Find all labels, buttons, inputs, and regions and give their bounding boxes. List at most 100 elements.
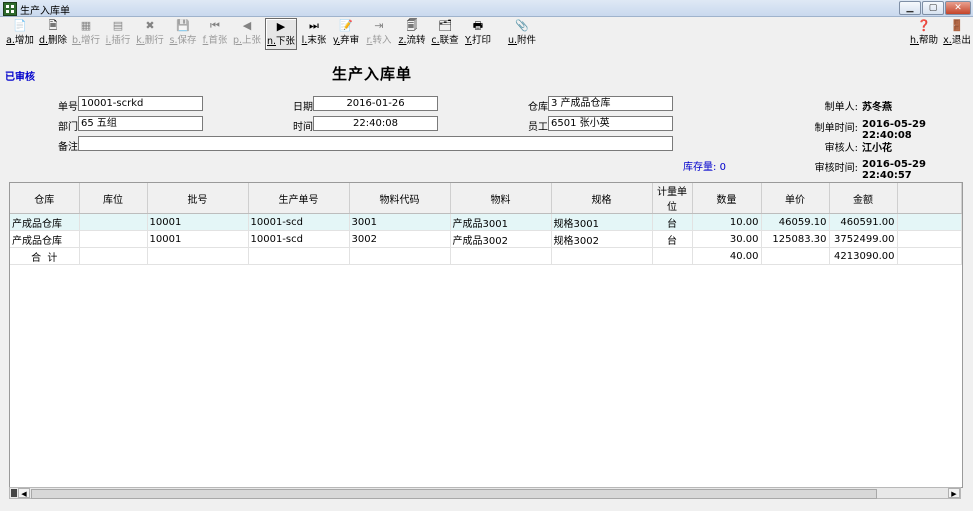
table-cell <box>349 247 451 265</box>
unaudit-icon: 📝 <box>339 19 353 32</box>
column-header[interactable]: 批号 <box>147 183 249 214</box>
table-row[interactable]: 产成品仓库 10001 10001-scd 3002 产成品3002 规格300… <box>10 230 962 248</box>
table-cell[interactable]: 3752499.00 <box>829 230 898 248</box>
transfer-in-button[interactable]: ⇥ r.转入 <box>364 18 394 49</box>
table-cell-filler <box>897 247 962 265</box>
column-header-filler <box>897 183 962 214</box>
attachment-icon: 📎 <box>515 19 529 32</box>
scroll-thumb[interactable] <box>31 489 877 499</box>
attach-button[interactable]: 📎 u.附件 <box>506 18 538 49</box>
table-cell-filler <box>897 213 962 231</box>
table-cell[interactable]: 台 <box>652 213 693 231</box>
audit-time-label: 审核时间: <box>814 163 858 174</box>
table-cell[interactable]: 产成品仓库 <box>10 230 80 248</box>
remark-field[interactable] <box>78 136 673 151</box>
table-cell[interactable]: 产成品3001 <box>450 213 552 231</box>
date-field[interactable]: 2016-01-26 <box>313 96 438 111</box>
audit-status: 已审核 <box>5 72 35 83</box>
link-query-button[interactable]: 🗂 c.联查 <box>430 18 460 49</box>
insert-row-button[interactable]: ▤ i.插行 <box>103 18 133 49</box>
close-button[interactable]: ✕ <box>945 1 971 15</box>
column-header[interactable]: 金额 <box>829 183 898 214</box>
add-doc-icon: 📄 <box>13 19 27 32</box>
auditor-label: 审核人: <box>824 143 858 154</box>
detail-grid[interactable]: 仓库 库位 批号 生产单号 物料代码 物料 规格 计量单位 数量 单价 金额 产… <box>9 182 963 488</box>
form-title: 生产入库单 <box>332 65 413 83</box>
scroll-right-icon[interactable]: ▶ <box>948 488 960 498</box>
help-button[interactable]: ❓ h.帮助 <box>908 18 940 49</box>
column-header[interactable]: 物料代码 <box>349 183 451 214</box>
table-cell[interactable]: 460591.00 <box>829 213 898 231</box>
column-header[interactable]: 生产单号 <box>248 183 350 214</box>
delete-button[interactable]: 🗎 d.删除 <box>37 18 69 49</box>
column-header[interactable]: 库位 <box>79 183 148 214</box>
table-cell[interactable]: 10.00 <box>692 213 762 231</box>
insert-row-icon: ▤ <box>112 19 124 32</box>
table-cell <box>450 247 552 265</box>
table-cell <box>761 247 830 265</box>
table-cell[interactable] <box>79 213 148 231</box>
employee-field[interactable]: 6501 张小英 <box>548 116 673 131</box>
last-button[interactable]: ⏭ l.末张 <box>299 18 329 49</box>
column-header[interactable]: 规格 <box>551 183 653 214</box>
table-cell[interactable]: 10001 <box>147 230 249 248</box>
unaudit-button[interactable]: 📝 y.弃审 <box>331 18 361 49</box>
save-button[interactable]: 💾 s.保存 <box>168 18 198 49</box>
table-cell[interactable]: 规格3002 <box>551 230 653 248</box>
minimize-button[interactable]: ▁ <box>899 1 921 15</box>
save-icon: 💾 <box>176 19 190 32</box>
dept-label: 部门 <box>58 122 78 133</box>
table-cell[interactable]: 产成品仓库 <box>10 213 80 231</box>
table-cell[interactable]: 10001 <box>147 213 249 231</box>
app-icon <box>3 2 17 16</box>
exit-button[interactable]: 🚪 x.退出 <box>942 18 972 49</box>
grid-header-row: 仓库 库位 批号 生产单号 物料代码 物料 规格 计量单位 数量 单价 金额 <box>10 183 962 214</box>
make-time-value: 2016-05-29 22:40:08 <box>862 119 926 141</box>
delete-row-icon: ✖ <box>145 19 155 32</box>
warehouse-field[interactable]: 3 产成品仓库 <box>548 96 673 111</box>
print-button[interactable]: 🖶 Y.打印 <box>463 18 493 49</box>
add-row-button[interactable]: ▦ b.增行 <box>71 18 101 49</box>
column-header[interactable]: 数量 <box>692 183 762 214</box>
table-cell <box>147 247 249 265</box>
table-row[interactable]: 产成品仓库 10001 10001-scd 3001 产成品3001 规格300… <box>10 213 962 231</box>
bill-no-field[interactable]: 10001-scrkd <box>78 96 203 111</box>
next-button[interactable]: ▶ n.下张 <box>265 18 297 50</box>
prev-button[interactable]: ◀ p.上张 <box>232 18 262 49</box>
first-button[interactable]: ⏮ f.首张 <box>200 18 230 49</box>
table-cell[interactable]: 125083.30 <box>761 230 830 248</box>
time-field[interactable]: 22:40:08 <box>313 116 438 131</box>
exit-icon: 🚪 <box>950 19 964 32</box>
table-cell[interactable]: 规格3001 <box>551 213 653 231</box>
column-header[interactable]: 计量单位 <box>652 183 693 214</box>
horizontal-scrollbar[interactable]: ◀ ▶ <box>9 487 961 499</box>
table-cell[interactable]: 产成品3002 <box>450 230 552 248</box>
last-record-icon: ⏭ <box>309 19 319 32</box>
table-cell[interactable]: 30.00 <box>692 230 762 248</box>
link-query-icon: 🗂 <box>438 19 452 32</box>
table-cell[interactable]: 3002 <box>349 230 451 248</box>
table-cell[interactable]: 10001-scd <box>248 213 350 231</box>
maker-value: 苏冬燕 <box>862 102 892 113</box>
delete-row-button[interactable]: ✖ k.删行 <box>135 18 165 49</box>
date-label: 日期 <box>293 102 313 113</box>
add-button[interactable]: 📄 a.增加 <box>4 18 36 49</box>
window-title: 生产入库单 <box>20 6 70 17</box>
audit-time-value: 2016-05-29 22:40:57 <box>862 159 926 181</box>
total-row: 合 计 40.00 4213090.00 <box>10 247 962 265</box>
table-cell[interactable]: 3001 <box>349 213 451 231</box>
table-cell[interactable]: 46059.10 <box>761 213 830 231</box>
add-row-icon: ▦ <box>80 19 92 32</box>
table-cell[interactable]: 10001-scd <box>248 230 350 248</box>
maximize-button[interactable]: ▢ <box>922 1 944 15</box>
dept-field[interactable]: 65 五组 <box>78 116 203 131</box>
column-header[interactable]: 物料 <box>450 183 552 214</box>
column-header[interactable]: 仓库 <box>10 183 80 214</box>
table-cell[interactable]: 台 <box>652 230 693 248</box>
time-label: 时间 <box>293 122 313 133</box>
table-cell[interactable] <box>79 230 148 248</box>
remark-label: 备注 <box>58 142 78 153</box>
scroll-left-icon[interactable]: ◀ <box>18 488 30 498</box>
column-header[interactable]: 单价 <box>761 183 830 214</box>
flow-button[interactable]: 🗐 z.流转 <box>397 18 427 49</box>
